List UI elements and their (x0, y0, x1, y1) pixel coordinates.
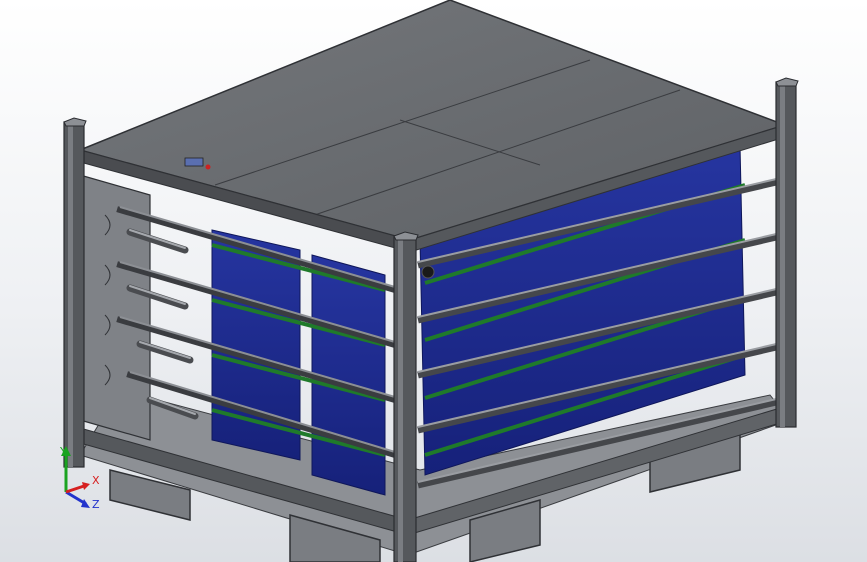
cad-viewport[interactable]: Y X Z (0, 0, 867, 562)
z-axis-label: Z (92, 498, 100, 511)
post-front-left (63, 121, 85, 468)
x-axis-arrow (82, 482, 90, 490)
coordinate-triad: Y X Z (59, 446, 100, 511)
x-axis-label: X (92, 474, 100, 487)
rack-3d-model[interactable] (0, 0, 867, 562)
y-axis-label: Y (59, 446, 67, 458)
lid-label (184, 157, 204, 167)
post-front-middle (393, 235, 417, 562)
x-axis-line (65, 484, 85, 494)
side-knob (421, 265, 435, 279)
post-back-right (775, 81, 797, 428)
lid-indicator (205, 164, 211, 170)
